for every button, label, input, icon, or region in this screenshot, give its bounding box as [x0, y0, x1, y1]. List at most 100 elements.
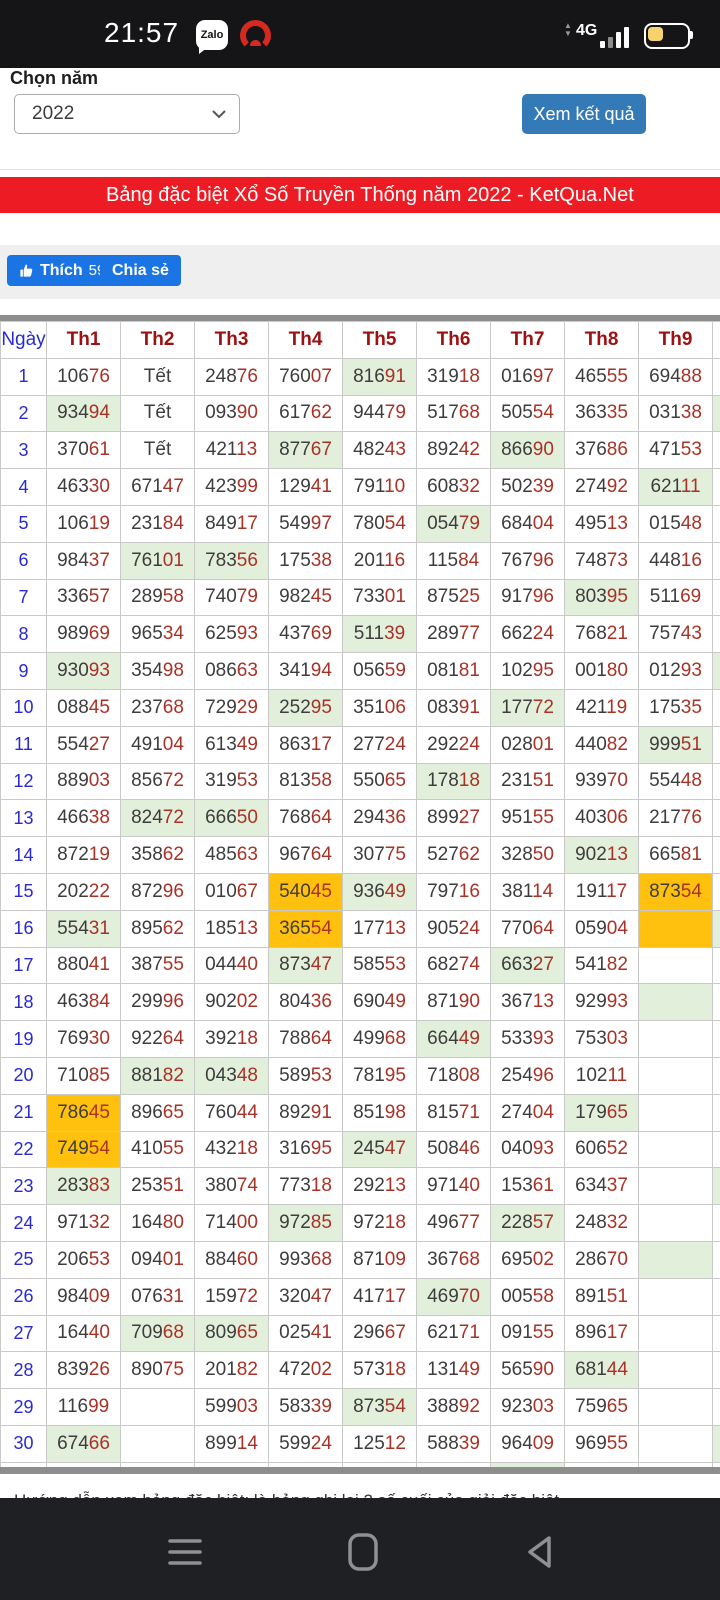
result-cell: 20182: [195, 1352, 269, 1389]
result-cell: 79716: [417, 873, 491, 910]
day-cell: 25: [1, 1241, 47, 1278]
table-row: 2883926890752018247202573181314956590681…: [1, 1352, 720, 1389]
result-cell: 10676: [47, 358, 121, 395]
back-icon[interactable]: [520, 1532, 560, 1572]
result-cell: 76864: [269, 800, 343, 837]
next-month-cell: [713, 873, 720, 910]
table-row: 9930933549808663341940565908181102950018…: [1, 653, 720, 690]
home-icon[interactable]: [343, 1532, 383, 1572]
result-cell: 71808: [417, 1057, 491, 1094]
result-cell: 18513: [195, 910, 269, 947]
result-cell: 29996: [121, 984, 195, 1021]
result-cell: 70968: [121, 1315, 195, 1352]
next-month-cell: [713, 1094, 720, 1131]
column-header: Th5: [343, 322, 417, 359]
result-cell: 78645: [47, 1094, 121, 1131]
result-cell: [639, 1389, 713, 1426]
result-cell: 98245: [269, 579, 343, 616]
result-cell: 34194: [269, 653, 343, 690]
result-cell: 11699: [47, 1389, 121, 1426]
result-cell: 67147: [121, 469, 195, 506]
result-cell: 76930: [47, 1021, 121, 1058]
result-cell: 12512: [343, 1425, 417, 1462]
result-cell: 17713: [343, 910, 417, 947]
result-cell: 25295: [269, 689, 343, 726]
result-cell: 36335: [565, 395, 639, 432]
result-cell: 48243: [343, 432, 417, 469]
day-cell: 23: [1, 1168, 47, 1205]
results-table: NgàyTh1Th2Th3Th4Th5Th6Th7Th8Th9 110676Tế…: [0, 321, 720, 1467]
result-cell: 87109: [343, 1241, 417, 1278]
result-cell: 05904: [565, 910, 639, 947]
result-cell: 81358: [269, 763, 343, 800]
view-results-button[interactable]: Xem kết quả: [522, 94, 646, 134]
table-row: 8989699653462593437695113928977662247682…: [1, 616, 720, 653]
result-cell: 96534: [121, 616, 195, 653]
result-cell: 37686: [565, 432, 639, 469]
table-header-row: NgàyTh1Th2Th3Th4Th5Th6Th7Th8Th9: [1, 322, 720, 359]
recents-menu-icon[interactable]: [165, 1532, 205, 1572]
table-row: 3067466899145992412512588399640996955: [1, 1425, 720, 1462]
table-row: 2520653094018846099368871093676869502286…: [1, 1241, 720, 1278]
table-row: 1487219358624856396764307755276232850902…: [1, 837, 720, 874]
day-cell: 1: [1, 358, 47, 395]
result-cell: 97140: [417, 1168, 491, 1205]
next-month-cell: [713, 689, 720, 726]
result-cell: 50846: [417, 1131, 491, 1168]
result-cell: 01067: [195, 873, 269, 910]
column-header: Th4: [269, 322, 343, 359]
result-cell: 28958: [121, 579, 195, 616]
result-cell: 39218: [195, 1021, 269, 1058]
result-cell: 32047: [269, 1278, 343, 1315]
result-cell: 15361: [491, 1168, 565, 1205]
facebook-share-button[interactable]: Chia sẻ: [100, 255, 181, 286]
results-table-scroll-area[interactable]: NgàyTh1Th2Th3Th4Th5Th6Th7Th8Th9 110676Tế…: [0, 321, 720, 1467]
next-month-cell: [713, 1131, 720, 1168]
next-month-cell: [713, 1389, 720, 1426]
horizontal-scrollbar[interactable]: [0, 1467, 720, 1474]
result-cell: 03138: [639, 395, 713, 432]
result-cell: 44816: [639, 542, 713, 579]
result-cell: 96409: [491, 1425, 565, 1462]
next-month-cell: [713, 469, 720, 506]
result-cell: 83926: [47, 1352, 121, 1389]
result-cell: 42119: [565, 689, 639, 726]
column-header: [713, 322, 720, 359]
result-cell: 89291: [269, 1094, 343, 1131]
result-cell: 28977: [417, 616, 491, 653]
year-select[interactable]: 2022: [14, 94, 240, 134]
result-cell: 33657: [47, 579, 121, 616]
result-cell: 60652: [565, 1131, 639, 1168]
result-cell: 13149: [417, 1352, 491, 1389]
result-cell: 31695: [269, 1131, 343, 1168]
result-cell: [121, 1389, 195, 1426]
result-cell: 37061: [47, 432, 121, 469]
result-cell: 89665: [121, 1094, 195, 1131]
column-header: Th2: [121, 322, 195, 359]
result-cell: 02801: [491, 726, 565, 763]
result-cell: 62111: [639, 469, 713, 506]
result-cell: 27404: [491, 1094, 565, 1131]
next-month-cell: [713, 1352, 720, 1389]
result-cell: 92993: [565, 984, 639, 1021]
result-cell: 32850: [491, 837, 565, 874]
result-cell: [639, 984, 713, 1021]
result-cell: 01293: [639, 653, 713, 690]
result-cell: 77064: [491, 910, 565, 947]
next-month-cell: [713, 358, 720, 395]
signal-strength-icon: [600, 24, 634, 48]
result-cell: 75303: [565, 1021, 639, 1058]
result-cell: 89617: [565, 1315, 639, 1352]
zalo-notification-icon: Zalo: [196, 20, 228, 50]
result-cell: 87354: [343, 1389, 417, 1426]
result-cell: 05659: [343, 653, 417, 690]
next-month-cell: [713, 837, 720, 874]
result-cell: 74873: [565, 542, 639, 579]
day-cell: 5: [1, 505, 47, 542]
result-cell: Tết: [121, 432, 195, 469]
result-cell: 10211: [565, 1057, 639, 1094]
android-nav-bar: [0, 1498, 720, 1600]
result-cell: 85198: [343, 1094, 417, 1131]
result-cell: 36768: [417, 1241, 491, 1278]
next-month-cell: [713, 910, 720, 947]
